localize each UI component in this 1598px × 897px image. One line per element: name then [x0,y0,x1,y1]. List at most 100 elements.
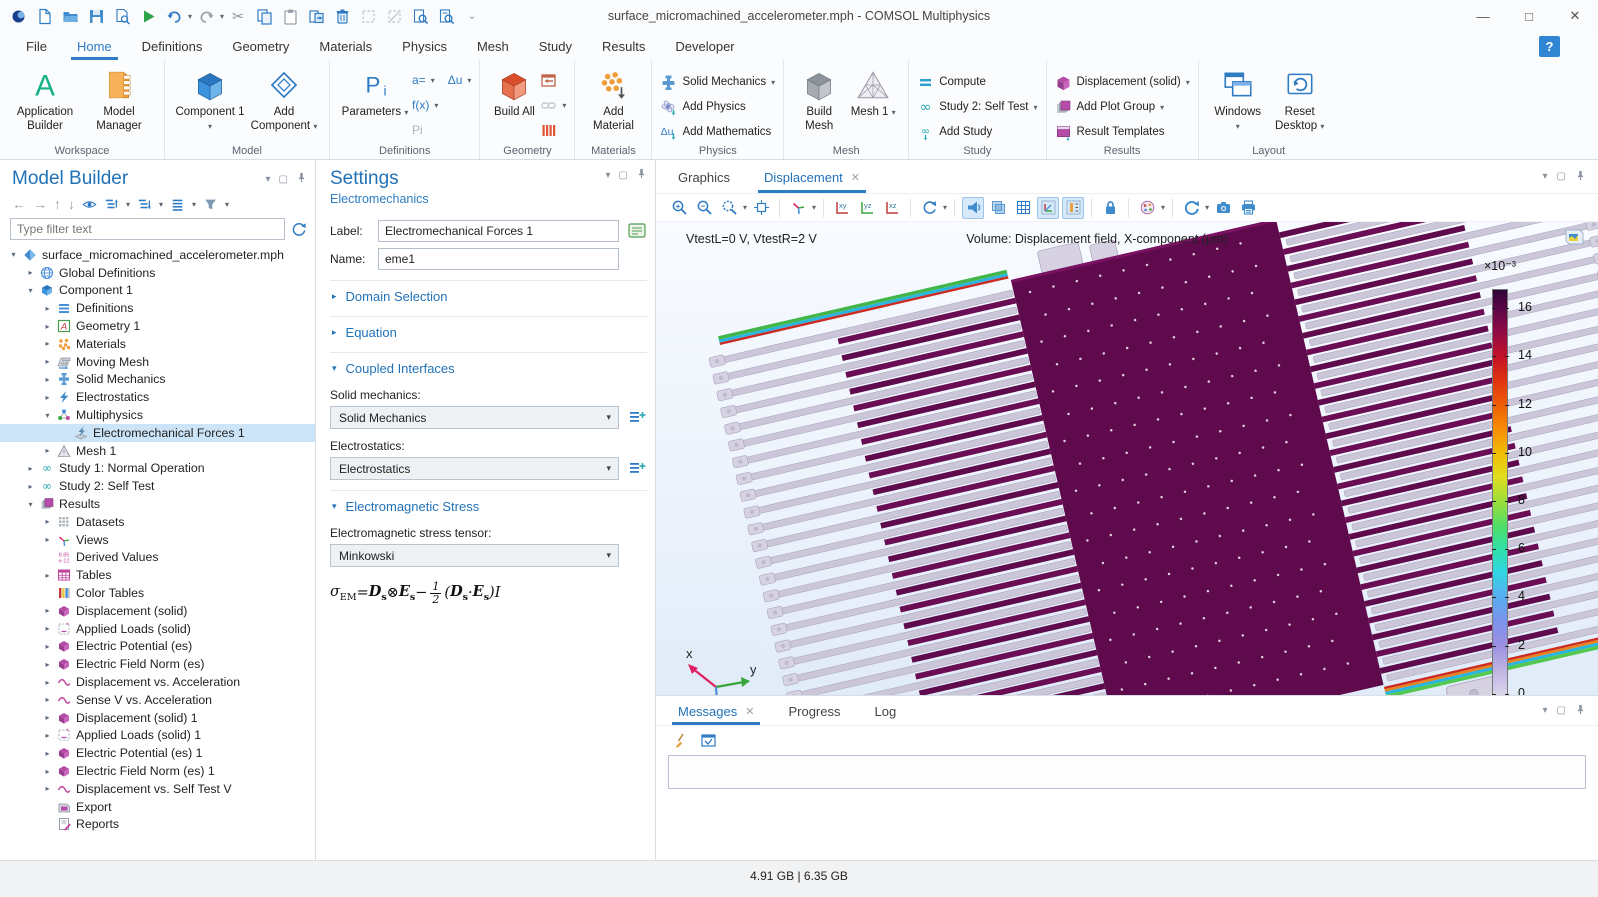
tree-item[interactable]: Export [0,798,315,816]
panel-menu-chevron[interactable]: ▾ [1543,705,1548,716]
expand-arrow-icon[interactable]: ▸ [40,517,55,526]
update-icon[interactable] [1180,197,1202,219]
tree-item[interactable]: ▸*Applied Loads (solid) [0,620,315,638]
add-mathematics-button[interactable]: Δu Add Mathematics [660,121,775,143]
build-mesh-button[interactable]: Build Mesh [792,65,846,134]
variables-button[interactable]: a= [412,73,426,87]
add-interface-icon[interactable] [627,459,647,479]
result-templates-button[interactable]: Result Templates [1055,121,1190,143]
refresh-icon[interactable] [291,221,307,237]
messages-tab-progress[interactable]: Progress [788,696,840,725]
message-window-icon[interactable] [698,730,718,750]
rename-note-icon[interactable] [627,221,647,241]
tree-item[interactable]: ▸Definitions [0,299,315,317]
tree-item[interactable]: ▸Electric Potential (es) 1 [0,744,315,762]
save-as-button[interactable] [110,4,134,28]
tree-item[interactable]: ▸∞Study 2: Self Test [0,477,315,495]
tree-item[interactable]: ▾Results [0,495,315,513]
menu-item-study[interactable]: Study [537,36,574,57]
zoom-extents-icon[interactable] [750,197,772,219]
tree-item[interactable]: 8.85e-12Derived Values [0,549,315,567]
panel-pin-icon[interactable] [636,168,647,182]
tree-item[interactable]: ▸Moving Mesh [0,353,315,371]
collapse-all-icon[interactable] [137,197,152,212]
parameters-button[interactable]: Pi Parameters ▾ [338,65,412,119]
transparency-icon[interactable] [987,197,1009,219]
component-1-button[interactable]: Component 1 ▾ [173,65,247,134]
snapshot-camera-icon[interactable] [1212,197,1234,219]
search-button[interactable] [434,4,458,28]
tab-close-icon[interactable]: ✕ [745,705,754,718]
tree-item[interactable]: ▸Electric Field Norm (es) 1 [0,762,315,780]
panel-pin-icon[interactable] [296,172,307,186]
tree-item[interactable]: ▸Displacement (solid) [0,602,315,620]
expand-arrow-icon[interactable]: ▸ [40,357,55,366]
tree-item[interactable]: Color Tables [0,584,315,602]
expand-arrow-icon[interactable]: ▸ [40,642,55,651]
scene-thumbnail-icon[interactable] [1564,228,1584,246]
panel-float-icon[interactable]: ▢ [279,174,288,185]
add-material-button[interactable]: Add Material [583,65,643,134]
compute-button[interactable]: Compute [917,71,1037,93]
appearance-icon[interactable] [1136,197,1158,219]
tree-item[interactable]: ▸Electrostatics [0,388,315,406]
panel-float-icon[interactable]: ▢ [619,170,628,181]
messages-tab-messages[interactable]: Messages✕ [678,696,754,725]
displacement-solid-menu[interactable]: Displacement (solid)▾ [1055,71,1190,93]
expand-arrow-icon[interactable]: ▸ [40,606,55,615]
expand-arrow-icon[interactable]: ▸ [40,749,55,758]
tree-item[interactable]: ▸Datasets [0,513,315,531]
menu-item-materials[interactable]: Materials [317,36,374,57]
rotate-icon[interactable] [918,197,940,219]
view-xz-icon[interactable]: xz [881,197,903,219]
virtual-operations-icon[interactable] [540,122,557,139]
move-up-icon[interactable]: ↑ [54,196,61,212]
move-down-icon[interactable]: ↓ [68,196,75,212]
tree-item[interactable]: ▸∞Study 1: Normal Operation [0,460,315,478]
graphics-canvas[interactable]: VtestL=0 V, VtestR=2 V Volume: Displacem… [656,222,1598,757]
expand-arrow-icon[interactable]: ▸ [40,695,55,704]
find-button[interactable] [408,4,432,28]
build-all-button[interactable]: Build All [488,65,540,119]
save-button[interactable] [84,4,108,28]
help-button[interactable]: ? [1539,36,1560,57]
expand-arrow-icon[interactable]: ▸ [40,767,55,776]
expand-arrow-icon[interactable]: ▸ [23,268,38,277]
stress-tensor-select[interactable]: Minkowski [330,544,619,567]
tree-item[interactable]: ▸Materials [0,335,315,353]
scene-light-icon[interactable] [962,197,984,219]
back-arrow-icon[interactable]: ← [12,196,26,212]
minimize-button[interactable]: — [1460,0,1506,32]
section-equation[interactable]: ▸ Equation [330,316,647,342]
mesh-1-button[interactable]: Mesh 1 ▾ [846,65,900,119]
tree-item[interactable]: ▸Displacement vs. Self Test V [0,780,315,798]
menu-item-geometry[interactable]: Geometry [230,36,291,57]
add-study-button[interactable]: ∞ Add Study [917,121,1037,143]
collapse-arrow-icon[interactable]: ▾ [23,500,38,509]
maximize-button[interactable]: □ [1506,0,1552,32]
tree-item[interactable]: ▾Multiphysics [0,406,315,424]
application-builder-button[interactable]: A Application Builder [8,65,82,134]
expand-arrow-icon[interactable]: ▸ [40,678,55,687]
section-electromagnetic-stress[interactable]: ▾ Electromagnetic Stress [330,490,647,516]
lock-icon[interactable] [1099,197,1121,219]
show-eye-icon[interactable] [82,197,97,212]
undo-button[interactable] [162,4,186,28]
expand-all-icon[interactable] [104,197,119,212]
show-grid-icon[interactable] [1012,197,1034,219]
open-file-button[interactable] [58,4,82,28]
add-interface-icon[interactable] [627,408,647,428]
print-icon[interactable] [1237,197,1259,219]
import-geometry-icon[interactable] [540,72,557,89]
expand-arrow-icon[interactable]: ▸ [40,535,55,544]
expand-arrow-icon[interactable]: ▸ [40,304,55,313]
plot-settings-icon[interactable] [1037,197,1059,219]
expand-arrow-icon[interactable]: ▸ [40,393,55,402]
expand-arrow-icon[interactable]: ▸ [40,571,55,580]
graphics-tab-displacement[interactable]: Displacement✕ [764,160,860,193]
panel-pin-icon[interactable] [1575,704,1586,718]
tree-item[interactable]: ▸Electric Potential (es) [0,638,315,656]
collapse-arrow-icon[interactable]: ▾ [6,250,21,259]
nonlocal-couplings-button[interactable]: Δu [448,73,463,87]
menu-item-developer[interactable]: Developer [673,36,736,57]
